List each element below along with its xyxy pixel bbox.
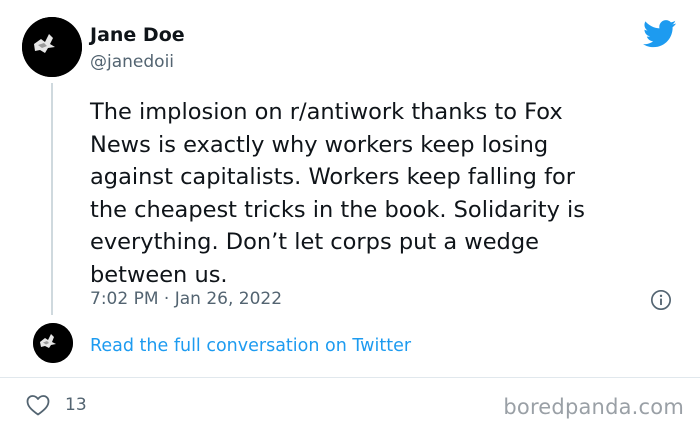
user-handle[interactable]: @janedoii [90, 52, 174, 72]
info-icon[interactable] [650, 289, 672, 311]
avatar-main[interactable] [22, 17, 82, 77]
avatar-image [22, 17, 82, 77]
divider [0, 377, 700, 378]
watermark: boredpanda.com [503, 395, 684, 419]
tweet-text: The implosion on r/antiwork thanks to Fo… [90, 99, 586, 288]
twitter-bird-icon[interactable] [643, 20, 677, 48]
avatar-small-image [33, 323, 73, 363]
user-name[interactable]: Jane Doe [90, 24, 185, 46]
thread-line [51, 83, 53, 315]
like-count: 13 [65, 395, 87, 415]
heart-icon[interactable] [26, 394, 50, 416]
avatar-small[interactable] [33, 323, 73, 363]
read-conversation-link[interactable]: Read the full conversation on Twitter [90, 336, 411, 356]
tweet-timestamp[interactable]: 7:02 PM · Jan 26, 2022 [90, 289, 282, 309]
